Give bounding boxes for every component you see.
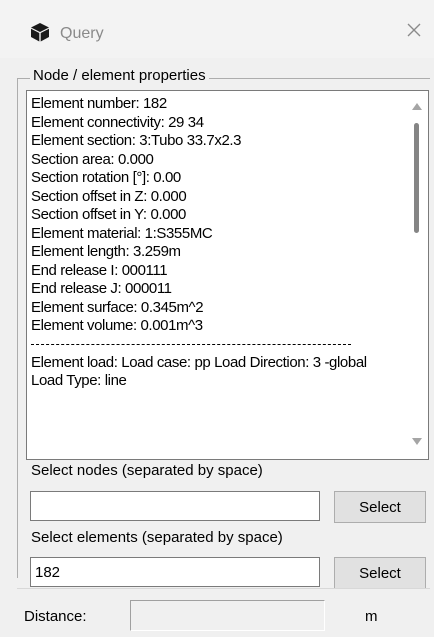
- property-line: Element connectivity: 29 34: [31, 113, 204, 131]
- group-legend: Node / element properties: [30, 67, 209, 84]
- property-line: End release I: 000111: [31, 261, 168, 279]
- title-bar[interactable]: Query: [0, 0, 434, 58]
- property-line: End release J: 000011: [31, 280, 172, 297]
- scroll-up-arrow-icon[interactable]: [412, 103, 422, 110]
- property-line: Section offset in Z: 0.000: [31, 187, 187, 205]
- scroll-thumb[interactable]: [414, 123, 419, 233]
- property-line: Element volume: 0.001m^3: [31, 317, 203, 334]
- distance-label: Distance:: [24, 608, 87, 625]
- property-line: Section area: 0.000: [31, 150, 154, 168]
- cube-icon: [31, 23, 49, 42]
- scroll-down-arrow-icon[interactable]: [412, 438, 422, 445]
- select-elements-label: Select elements (separated by space): [31, 529, 283, 546]
- select-nodes-label: Select nodes (separated by space): [31, 462, 263, 479]
- close-icon[interactable]: [398, 14, 430, 46]
- select-nodes-button[interactable]: Select: [334, 491, 426, 523]
- properties-text: Element number: 182 Element connectivity…: [31, 95, 396, 391]
- property-line: Section offset in Y: 0.000: [31, 206, 187, 223]
- window-title: Query: [60, 25, 104, 42]
- distance-unit: m: [365, 608, 378, 625]
- element-load-text: Element load: Load case: pp Load Directi…: [31, 353, 367, 390]
- property-line: Element section: 3:Tubo 33.7x2.3: [31, 132, 242, 149]
- select-elements-input[interactable]: [30, 557, 320, 587]
- property-line: Element length: 3.259m: [31, 243, 181, 260]
- select-elements-button[interactable]: Select: [334, 557, 426, 589]
- distance-field: [130, 600, 325, 631]
- divider: [17, 588, 430, 589]
- query-window: Query Node / element properties Element …: [0, 0, 434, 637]
- properties-textbox[interactable]: Element number: 182 Element connectivity…: [26, 90, 429, 460]
- property-line: Section rotation [°]: 0.00: [31, 169, 181, 186]
- property-line: Element material: 1:S355MC: [31, 224, 213, 242]
- dashed-separator: [31, 343, 351, 346]
- select-nodes-input[interactable]: [30, 491, 320, 521]
- property-line: Element number: 182: [31, 95, 167, 112]
- vertical-scrollbar[interactable]: [406, 91, 428, 459]
- property-line: Element surface: 0.345m^2: [31, 298, 204, 316]
